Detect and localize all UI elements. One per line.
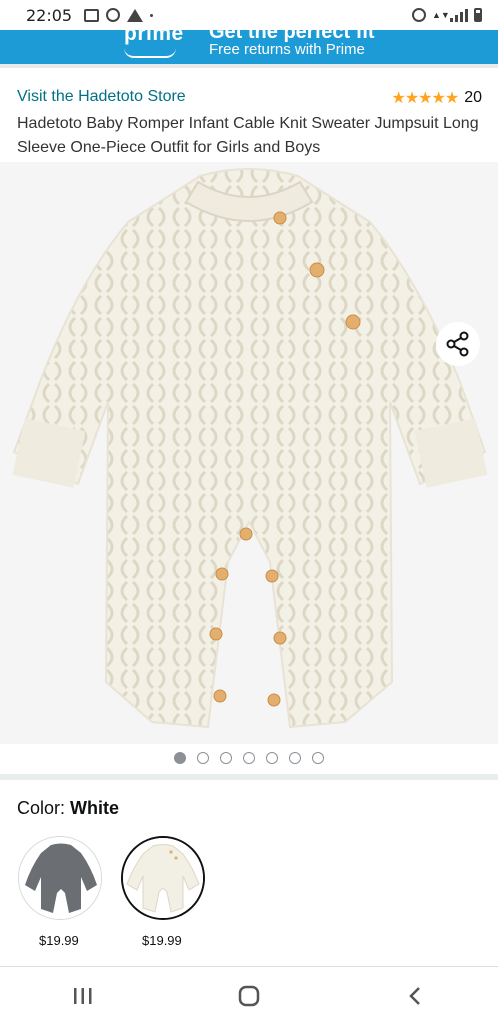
carousel-dot[interactable]: [289, 752, 301, 764]
carousel-dot[interactable]: [266, 752, 278, 764]
color-label-prefix: Color:: [17, 798, 66, 818]
divider: [0, 64, 498, 68]
status-time: 22:05: [26, 5, 73, 25]
rating[interactable]: ★★★★★ 20: [391, 88, 482, 108]
carousel-dot[interactable]: [220, 752, 232, 764]
back-icon: [409, 986, 420, 1005]
share-icon: [446, 331, 469, 357]
store-link[interactable]: Visit the Hadetoto Store: [17, 88, 186, 106]
image-carousel-dots: [0, 752, 498, 764]
home-button[interactable]: [219, 976, 279, 1016]
white-romper-thumbnail: [123, 838, 203, 918]
price-white: $19.99: [142, 933, 182, 948]
data-icon: ▲▼: [432, 9, 450, 20]
selected-color: White: [70, 798, 120, 818]
color-swatch-white[interactable]: [121, 836, 205, 920]
prime-subtext: Free returns with Prime: [209, 41, 365, 58]
battery-icon: [474, 8, 482, 22]
recents-icon: [74, 987, 92, 1004]
android-navigation-bar: [0, 967, 498, 1024]
system-icons: ▲▼: [412, 8, 482, 22]
price-gray: $19.99: [39, 933, 79, 948]
carousel-dot[interactable]: [174, 752, 186, 764]
star-rating-icon: ★★★★★: [391, 90, 459, 107]
recents-button[interactable]: [53, 976, 113, 1016]
carousel-dot[interactable]: [312, 752, 324, 764]
home-icon: [238, 985, 260, 1006]
carousel-dot[interactable]: [197, 752, 209, 764]
signal-icon: [450, 8, 468, 22]
prime-logo: prime: [124, 30, 184, 45]
product-title: Hadetoto Baby Romper Infant Cable Knit S…: [17, 115, 479, 156]
notification-icons: [84, 8, 154, 22]
status-bar: 22:05 ▲▼: [0, 0, 498, 30]
rating-count: 20: [464, 89, 482, 106]
warning-icon: [127, 8, 144, 22]
carousel-dot[interactable]: [243, 752, 255, 764]
more-notifications-icon: [150, 13, 154, 17]
gray-romper-thumbnail: [19, 837, 101, 919]
prime-smile-icon: [124, 48, 176, 58]
instagram-icon: [106, 8, 121, 22]
prime-banner[interactable]: prime Get the perfect fit Free returns w…: [0, 30, 498, 64]
product-image-gallery[interactable]: [0, 162, 498, 744]
section-divider: [0, 774, 498, 780]
share-button[interactable]: [436, 322, 480, 366]
color-swatch-gray[interactable]: [18, 836, 102, 920]
gallery-icon: [84, 8, 100, 22]
back-button[interactable]: [385, 976, 445, 1016]
alarm-icon: [412, 8, 426, 22]
color-label: Color: White: [17, 798, 119, 819]
product-image: [12, 168, 488, 729]
